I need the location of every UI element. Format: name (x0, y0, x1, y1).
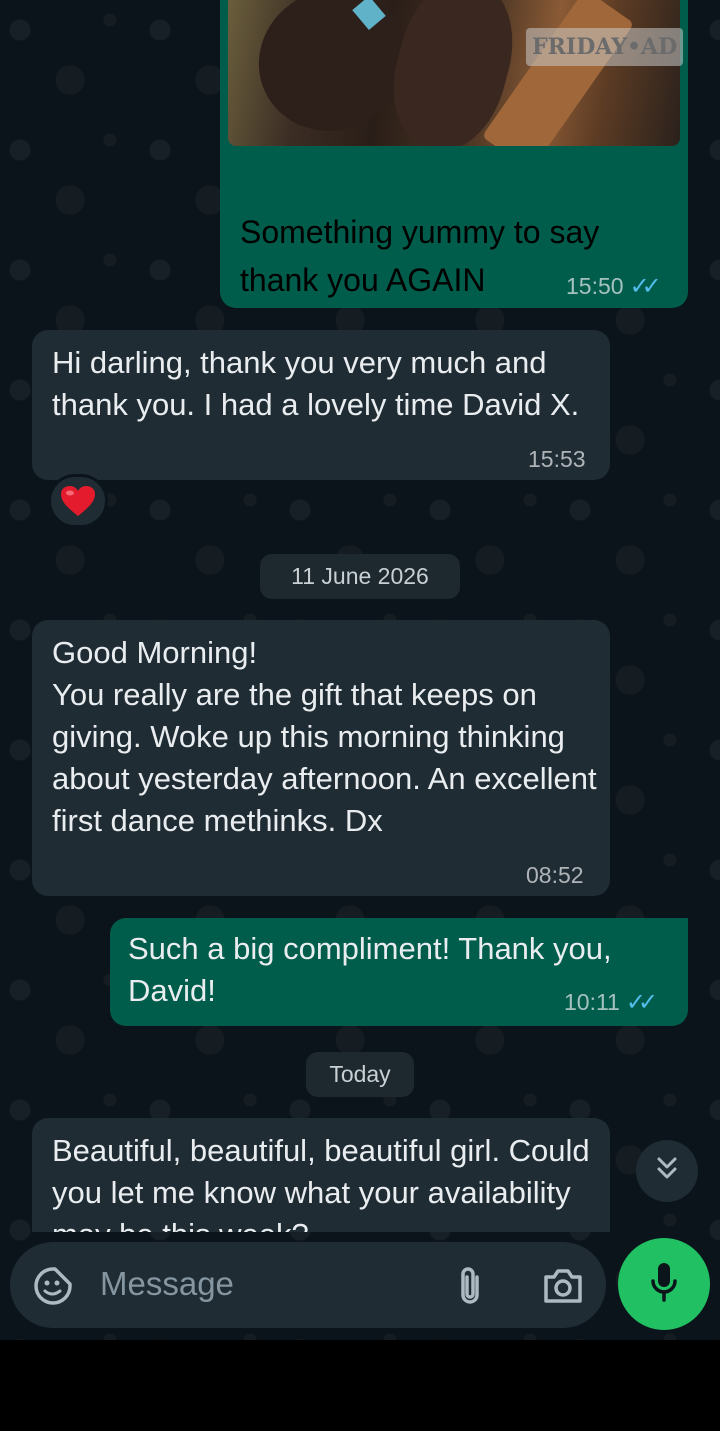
message-time: 15:50 ✓✓ (566, 273, 662, 300)
mic-button[interactable] (618, 1238, 710, 1330)
attach-icon[interactable] (450, 1264, 490, 1308)
outgoing-message[interactable]: Such a big compliment! Thank you, David!… (110, 918, 688, 1026)
incoming-message[interactable]: Hi darling, thank you very much and than… (32, 330, 610, 480)
date-separator: 11 June 2026 (260, 554, 460, 599)
sticker-icon[interactable] (32, 1265, 74, 1307)
message-input[interactable] (100, 1262, 430, 1306)
double-chevron-down-icon (653, 1155, 681, 1188)
chat-area[interactable]: FRIDAY•AD Something yummy to say thank y… (0, 0, 720, 1340)
incoming-message[interactable]: Beautiful, beautiful, beautiful girl. Co… (32, 1118, 610, 1232)
mic-icon (649, 1261, 679, 1308)
message-text: Good Morning! You really are the gift th… (52, 635, 597, 838)
message-composer[interactable] (10, 1242, 606, 1328)
message-time: 10:11 ✓✓ (564, 989, 658, 1016)
camera-icon[interactable] (540, 1264, 586, 1308)
scroll-to-bottom-button[interactable] (636, 1140, 698, 1202)
message-text: Hi darling, thank you very much and than… (52, 345, 580, 422)
read-ticks-icon: ✓✓ (629, 273, 662, 300)
read-ticks-icon: ✓✓ (625, 989, 658, 1016)
message-time: 08:52 (526, 862, 584, 888)
message-time: 15:53 (528, 446, 586, 472)
message-text: Beautiful, beautiful, beautiful girl. Co… (52, 1133, 590, 1232)
watermark-logo: FRIDAY•AD (526, 28, 684, 66)
message-photo[interactable] (228, 0, 680, 146)
heart-reaction-icon[interactable] (48, 474, 108, 528)
incoming-message[interactable]: Good Morning! You really are the gift th… (32, 620, 610, 896)
message-text: Such a big compliment! Thank you, David! (128, 931, 612, 1008)
date-separator: Today (306, 1052, 414, 1097)
